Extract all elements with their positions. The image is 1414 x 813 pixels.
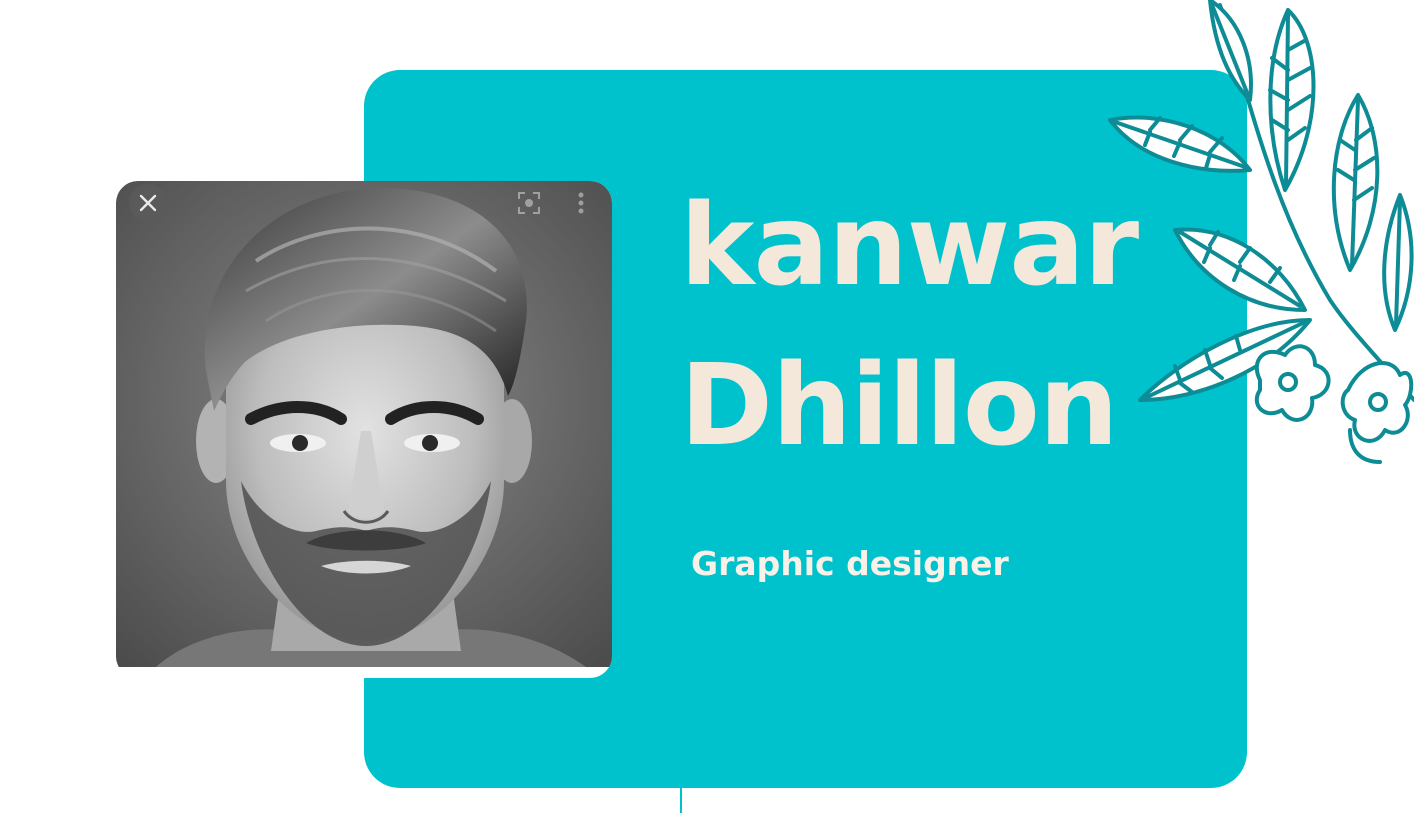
connector-line [680, 788, 682, 813]
leaf-branch-icon [1108, 0, 1414, 464]
job-title: Graphic designer [691, 544, 1009, 583]
profile-photo[interactable] [116, 181, 612, 667]
last-name: Dhillon [680, 341, 1119, 471]
first-name: kanwar [680, 181, 1139, 311]
more-vertical-icon [578, 192, 584, 214]
close-icon [139, 194, 157, 212]
more-options-button[interactable] [574, 190, 588, 216]
photo-frame [116, 181, 612, 678]
lens-button[interactable] [516, 190, 542, 216]
close-button[interactable] [129, 184, 167, 222]
lens-icon [518, 192, 540, 214]
